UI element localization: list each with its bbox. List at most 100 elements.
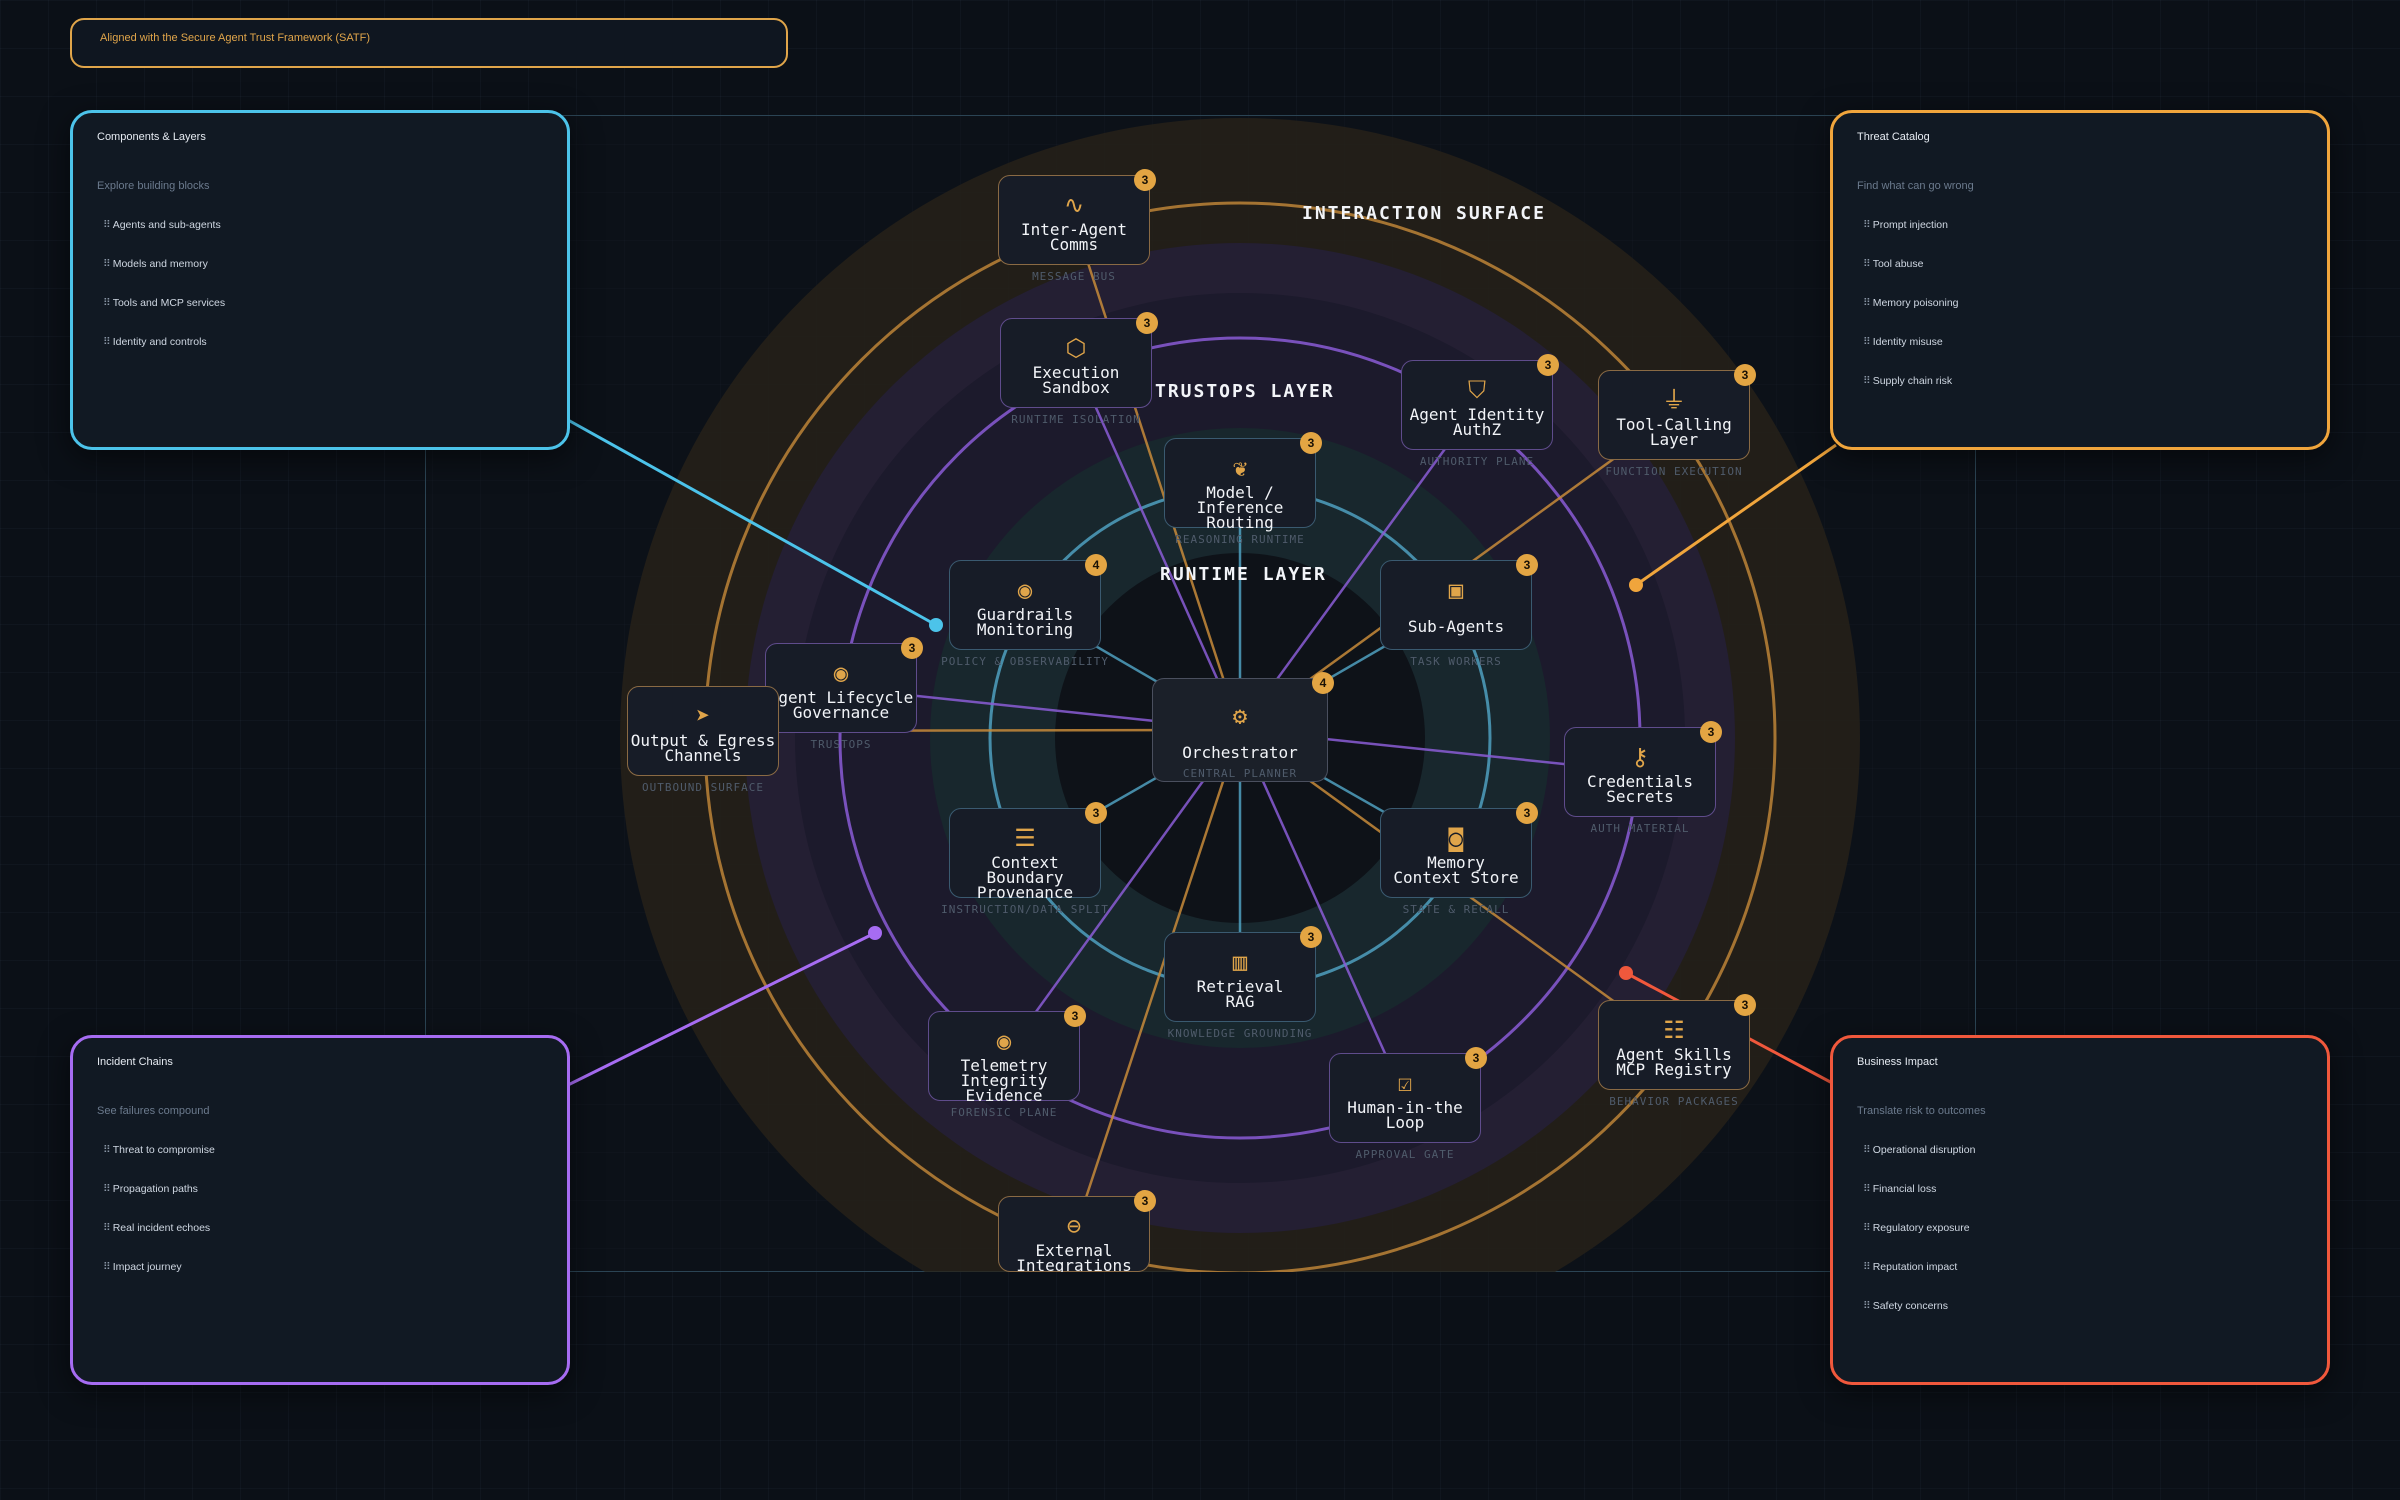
node-sub-agents[interactable]: ▣ Sub-Agents TASK WORKERS 3 [1380,554,1538,668]
count-badge: 3 [1300,432,1322,454]
node-external-integrations[interactable]: ⊖ External Integrations 3 [998,1190,1156,1272]
node-orchestrator[interactable]: ⚙ Orchestrator CENTRAL PLANNER 4 [1152,672,1334,782]
node-caption: BEHAVIOR PACKAGES [1609,1095,1739,1108]
panel-item-label: Memory poisoning [1872,297,1959,309]
node-caption: INSTRUCTION/DATA SPLIT [941,903,1109,916]
count-badge: 3 [1465,1047,1487,1069]
panel-item[interactable]: ⠿ Tools and MCP services [97,284,567,323]
node-model-routing[interactable]: ❦ Model / Inference Routing REASONING RU… [1164,432,1322,546]
panel-item[interactable]: ⠿ Operational disruption [1857,1131,2327,1170]
node-label: Agent Identity AuthZ [1409,405,1545,439]
panel-item-label: Identity misuse [1872,336,1943,348]
incident-chains-panel[interactable]: Incident Chains See failures compound ⠿ T… [70,1035,570,1385]
node-label: Inter-Agent Comms [1021,220,1127,254]
node-credentials[interactable]: ⚷ Credentials Secrets AUTH MATERIAL 3 [1564,721,1722,835]
panel-subtitle: See failures compound [97,1105,210,1117]
panel-item-label: Prompt injection [1872,219,1948,231]
node-execution-sandbox[interactable]: ⬡ Execution Sandbox RUNTIME ISOLATION 3 [1000,312,1158,426]
panel-item[interactable]: ⠿ Financial loss [1857,1170,2327,1209]
node-label: Tool-Calling Layer [1616,415,1732,449]
panel-item[interactable]: ⠿ Agents and sub-agents [97,206,567,245]
panel-item[interactable]: ⠿ Regulatory exposure [1857,1209,2327,1248]
node-label: Context Boundary Provenance [976,853,1074,902]
node-telemetry[interactable]: ◉ Telemetry Integrity Evidence FORENSIC … [928,1005,1086,1119]
node-label: Agent Lifecycle Governance [768,688,914,722]
node-label: Telemetry Integrity Evidence [960,1056,1048,1105]
node-agent-identity[interactable]: ⛉ Agent Identity AuthZ AUTHORITY PLANE 3 [1401,354,1559,468]
panel-item[interactable]: ⠿ Safety concerns [1857,1287,2327,1326]
panel-item-label: Identity and controls [112,336,207,348]
components-leader-dot [929,618,943,632]
impact-leader-dot [1619,966,1633,980]
node-caption: POLICY & OBSERVABILITY [941,655,1109,668]
panel-subtitle: Translate risk to outcomes [1857,1105,1986,1117]
node-caption: APPROVAL GATE [1355,1148,1455,1161]
count-badge: 3 [1300,926,1322,948]
node-caption: RUNTIME ISOLATION [1011,413,1141,426]
send-icon: ➤ [695,702,711,730]
count-badge: 3 [1734,364,1756,386]
node-inter-agent[interactable]: ∿ Inter-Agent Comms MESSAGE BUS 3 [998,169,1156,283]
node-caption: OUTBOUND SURFACE [642,781,764,794]
node-human-loop[interactable]: ☑ Human-in-the Loop APPROVAL GATE 3 [1329,1047,1487,1161]
threat-catalog-panel[interactable]: Threat Catalog Find what can go wrong ⠿ P… [1830,110,2330,450]
threats-leader-dot [1629,578,1643,592]
panel-title: Threat Catalog [1857,131,1930,143]
panel-item-label: Reputation impact [1872,1261,1958,1273]
book-icon: ▥ [1232,948,1248,976]
components-panel[interactable]: Components & Layers Explore building blo… [70,110,570,450]
globe-icon: ⊖ [1066,1212,1082,1240]
node-skills-registry[interactable]: ☷ Agent Skills MCP Registry BEHAVIOR PAC… [1598,994,1756,1108]
panel-item[interactable]: ⠿ Identity and controls [97,323,567,362]
panel-item-label: Impact journey [112,1261,182,1273]
node-memory[interactable]: ◙ Memory Context Store STATE & RECALL 3 [1380,802,1538,916]
panel-item[interactable]: ⠿ Threat to compromise [97,1131,567,1170]
eye-icon: ◉ [996,1027,1012,1055]
key-icon: ⚷ [1631,743,1649,771]
node-output-egress[interactable]: ➤ Output & Egress Channels OUTBOUND SURF… [627,686,779,794]
node-caption: KNOWLEDGE GROUNDING [1167,1027,1313,1040]
panel-item[interactable]: ⠿ Supply chain risk [1857,362,2327,401]
node-caption: STATE & RECALL [1402,903,1510,916]
trustops-layer-label: TRUSTOPS LAYER [1155,381,1335,402]
runtime-layer-label: RUNTIME LAYER [1160,564,1327,585]
panel-item[interactable]: ⠿ Identity misuse [1857,323,2327,362]
panel-item[interactable]: ⠿ Impact journey [97,1248,567,1287]
eye-icon: ◉ [1017,576,1033,604]
server-icon: ☷ [1663,1016,1685,1044]
panel-item[interactable]: ⠿ Memory poisoning [1857,284,2327,323]
count-badge: 3 [1134,1190,1156,1212]
node-guardrails[interactable]: ◉ Guardrails Monitoring POLICY & OBSERVA… [941,554,1108,668]
node-context-boundary[interactable]: ☰ Context Boundary Provenance INSTRUCTIO… [941,802,1108,916]
panel-item-label: Threat to compromise [112,1144,215,1156]
panel-title: Components & Layers [97,131,206,143]
cube-icon: ⬡ [1065,334,1087,362]
node-tool-calling[interactable]: ⏚ Tool-Calling Layer FUNCTION EXECUTION … [1598,364,1756,478]
business-impact-panel[interactable]: Business Impact Translate risk to outcom… [1830,1035,2330,1385]
count-badge: 3 [1134,169,1156,191]
node-caption: FUNCTION EXECUTION [1605,465,1743,478]
node-label: Output & Egress Channels [630,731,776,765]
count-badge: 3 [1734,994,1756,1016]
robot-icon: ▣ [1448,576,1464,604]
panel-item-label: Propagation paths [112,1183,198,1195]
node-label: Memory Context Store [1393,853,1519,887]
node-label: Execution Sandbox [1032,363,1120,397]
panel-item[interactable]: ⠿ Models and memory [97,245,567,284]
panel-item-label: Models and memory [112,258,208,270]
panel-item[interactable]: ⠿ Prompt injection [1857,206,2327,245]
panel-item[interactable]: ⠿ Reputation impact [1857,1248,2327,1287]
count-badge: 3 [1516,802,1538,824]
panel-item[interactable]: ⠿ Tool abuse [1857,245,2327,284]
node-retrieval[interactable]: ▥ Retrieval RAG KNOWLEDGE GROUNDING 3 [1164,926,1322,1040]
panel-item-label: Regulatory exposure [1872,1222,1970,1234]
panel-item-label: Supply chain risk [1872,375,1953,387]
eye-icon: ◉ [833,659,849,687]
panel-subtitle: Explore building blocks [97,180,210,192]
panel-item[interactable]: ⠿ Propagation paths [97,1170,567,1209]
node-label: Retrieval RAG [1196,977,1284,1011]
node-caption: MESSAGE BUS [1032,270,1116,283]
panel-item[interactable]: ⠿ Real incident echoes [97,1209,567,1248]
node-agent-lifecycle[interactable]: ◉ Agent Lifecycle Governance TRUSTOPS 3 [765,637,923,751]
panel-subtitle: Find what can go wrong [1857,180,1974,192]
